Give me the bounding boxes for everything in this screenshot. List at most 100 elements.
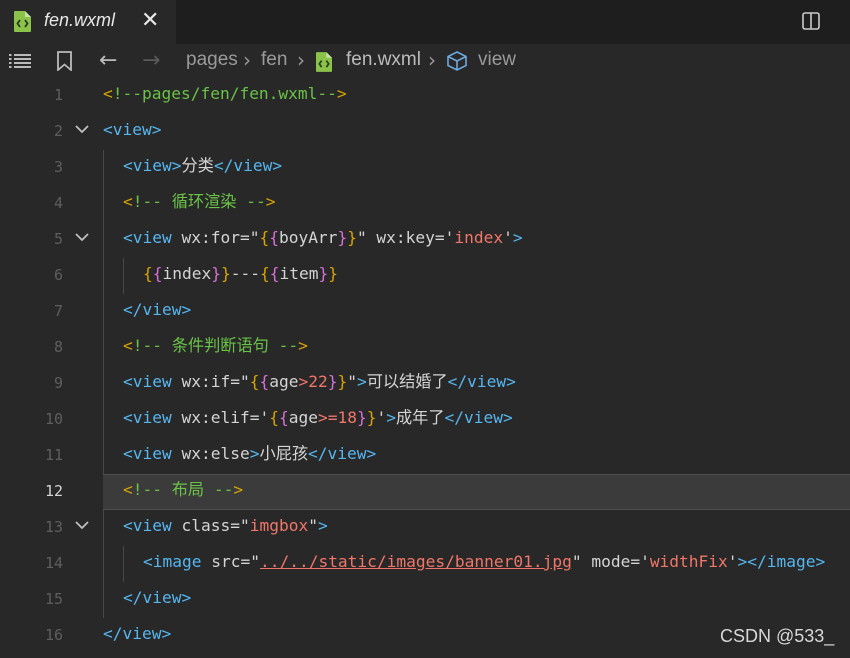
code-token: 18 [337, 408, 357, 427]
code-token: imgbox [249, 516, 309, 535]
code-line[interactable]: 13 <view class="imgbox"> [0, 510, 850, 546]
tab-title: fen.wxml [44, 10, 116, 30]
code-token: <view [123, 516, 182, 535]
code-text: <view wx:for="{{boyArr}}" wx:key='index'… [123, 228, 523, 248]
code-token: } [327, 372, 338, 391]
code-text: <!--pages/fen/fen.wxml--> [103, 84, 347, 104]
code-text: <view> [103, 120, 161, 140]
code-line[interactable]: 6 {{index}}---{{item}} [0, 258, 850, 294]
code-line[interactable]: 4 <!-- 循环渲染 --> [0, 186, 850, 222]
code-token: { [259, 264, 270, 283]
code-token: <view [123, 408, 182, 427]
code-token: ></image> [737, 552, 826, 571]
line-number: 7 [53, 302, 63, 320]
breadcrumb-file[interactable]: fen.wxml [346, 49, 421, 71]
code-token: " mode=' [571, 552, 650, 571]
line-number: 13 [44, 518, 63, 536]
cube-icon [447, 51, 467, 71]
code-token: < [103, 84, 113, 103]
code-token: } [356, 408, 367, 427]
code-text: <!-- 循环渲染 --> [123, 192, 275, 212]
code-token: index [162, 264, 212, 283]
code-token: >= [317, 408, 338, 427]
line-number: 8 [53, 338, 63, 356]
code-token: { [152, 264, 163, 283]
code-token: wx:elif=' [181, 408, 270, 427]
code-text: </view> [123, 300, 191, 320]
code-editor[interactable]: 1 <!--pages/fen/fen.wxml--> 2 <view> 3 <view>… [0, 78, 850, 658]
code-token: age [269, 372, 299, 391]
tab-fen-wxml[interactable]: fen.wxml ✕ [0, 0, 176, 44]
code-line[interactable]: 8 <!-- 条件判断语句 --> [0, 330, 850, 366]
forward-arrow-icon[interactable]: → [142, 50, 160, 72]
code-token: index [454, 228, 504, 247]
code-line[interactable]: 5 <view wx:for="{{boyArr}}" wx:key='index… [0, 222, 850, 258]
code-token: 22 [308, 372, 328, 391]
code-token: <view> [123, 156, 182, 175]
code-token: } [337, 228, 348, 247]
code-token: --- [230, 264, 260, 283]
code-token: !-- 循环渲染 -- [132, 192, 266, 211]
line-number: 14 [44, 554, 63, 572]
code-token: </view> [103, 624, 172, 643]
code-token: ' [503, 228, 513, 247]
code-token: wx:for=" [181, 228, 260, 247]
code-line[interactable]: 11 <view wx:else>小屁孩</view> [0, 438, 850, 474]
chevron-right-icon: › [428, 48, 436, 72]
chevron-down-icon[interactable] [75, 125, 89, 134]
code-text: </view> [103, 624, 171, 644]
code-line[interactable]: 2 <view> [0, 114, 850, 150]
line-number: 10 [44, 410, 63, 428]
code-line[interactable]: 15 </view> [0, 582, 850, 618]
code-token: < [123, 192, 133, 211]
code-token: } [318, 264, 329, 283]
code-line[interactable]: 10 <view wx:elif='{{age>=18}}'>成年了</view> [0, 402, 850, 438]
line-number: 12 [44, 482, 63, 500]
code-token: </view> [447, 372, 516, 391]
code-token: <view [123, 228, 182, 247]
code-token: </view> [444, 408, 513, 427]
code-token: > [317, 516, 328, 535]
line-number: 2 [53, 122, 63, 140]
code-token: 分类 [181, 156, 214, 175]
outline-list-icon[interactable] [9, 53, 31, 69]
chevron-down-icon[interactable] [75, 521, 89, 530]
code-token: item [279, 264, 319, 283]
code-line[interactable]: 3 <view>分类</view> [0, 150, 850, 186]
code-line[interactable]: 12 <!-- 布局 --> [0, 474, 850, 510]
code-token: boyArr [278, 228, 338, 247]
code-text: <!-- 条件判断语句 --> [123, 336, 308, 356]
code-token: <view [123, 372, 182, 391]
split-editor-icon[interactable] [802, 12, 820, 30]
code-line[interactable]: 1 <!--pages/fen/fen.wxml--> [0, 78, 850, 114]
code-token: <view> [103, 120, 162, 139]
line-number: 9 [53, 374, 63, 392]
code-token: > [386, 408, 396, 427]
code-line[interactable]: 9 <view wx:if="{{age>22}}">可以结婚了</view> [0, 366, 850, 402]
code-text: <view wx:else>小屁孩</view> [123, 444, 376, 464]
back-arrow-icon[interactable]: ← [99, 50, 117, 72]
bookmark-icon[interactable] [57, 51, 72, 71]
code-token: { [259, 228, 270, 247]
code-token: <view [123, 444, 182, 463]
code-token: } [337, 372, 348, 391]
code-token: 成年了 [395, 408, 445, 427]
code-token: </view> [213, 156, 283, 175]
code-token: !-- 布局 -- [132, 480, 234, 499]
line-number: 16 [44, 626, 63, 644]
breadcrumb: ← → pages › fen › fen.wxml › view [0, 44, 850, 78]
breadcrumb-pages[interactable]: pages [186, 49, 238, 71]
code-token: { [259, 372, 270, 391]
code-text: <!-- 布局 --> [123, 480, 243, 500]
breadcrumb-view[interactable]: view [478, 49, 516, 71]
line-number: 6 [53, 266, 63, 284]
code-line[interactable]: 7 </view> [0, 294, 850, 330]
chevron-down-icon[interactable] [75, 233, 89, 242]
code-token: </view> [123, 300, 192, 319]
code-token: 可以结婚了 [366, 372, 448, 391]
line-number: 15 [44, 590, 63, 608]
code-token: { [278, 408, 289, 427]
breadcrumb-fen[interactable]: fen [261, 49, 287, 71]
close-icon[interactable]: ✕ [141, 9, 159, 33]
code-line[interactable]: 14 <image src="../../static/images/banner… [0, 546, 850, 582]
